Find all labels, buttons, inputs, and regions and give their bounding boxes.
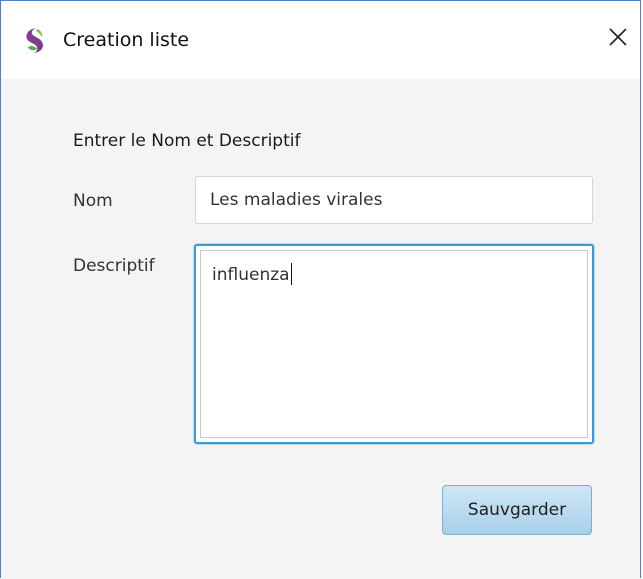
text-caret [290,263,292,285]
descriptif-text: influenza [212,265,290,285]
nom-label: Nom [73,191,113,211]
form-heading: Entrer le Nom et Descriptif [73,131,301,151]
dialog-window: Creation liste Entrer le Nom et Descript… [0,0,641,579]
close-button[interactable] [596,13,640,61]
descriptif-textarea-inner: influenza [200,250,588,438]
app-logo-icon [19,25,49,55]
window-title: Creation liste [63,29,190,51]
save-button[interactable]: Sauvgarder [442,485,592,535]
descriptif-textarea[interactable]: influenza [194,244,594,444]
descriptif-value: influenza [212,263,292,285]
title-bar: Creation liste [1,1,640,79]
descriptif-label: Descriptif [73,256,155,276]
nom-input[interactable] [195,176,593,224]
form-area: Entrer le Nom et Descriptif Nom Descript… [1,79,640,579]
close-icon [609,28,627,46]
